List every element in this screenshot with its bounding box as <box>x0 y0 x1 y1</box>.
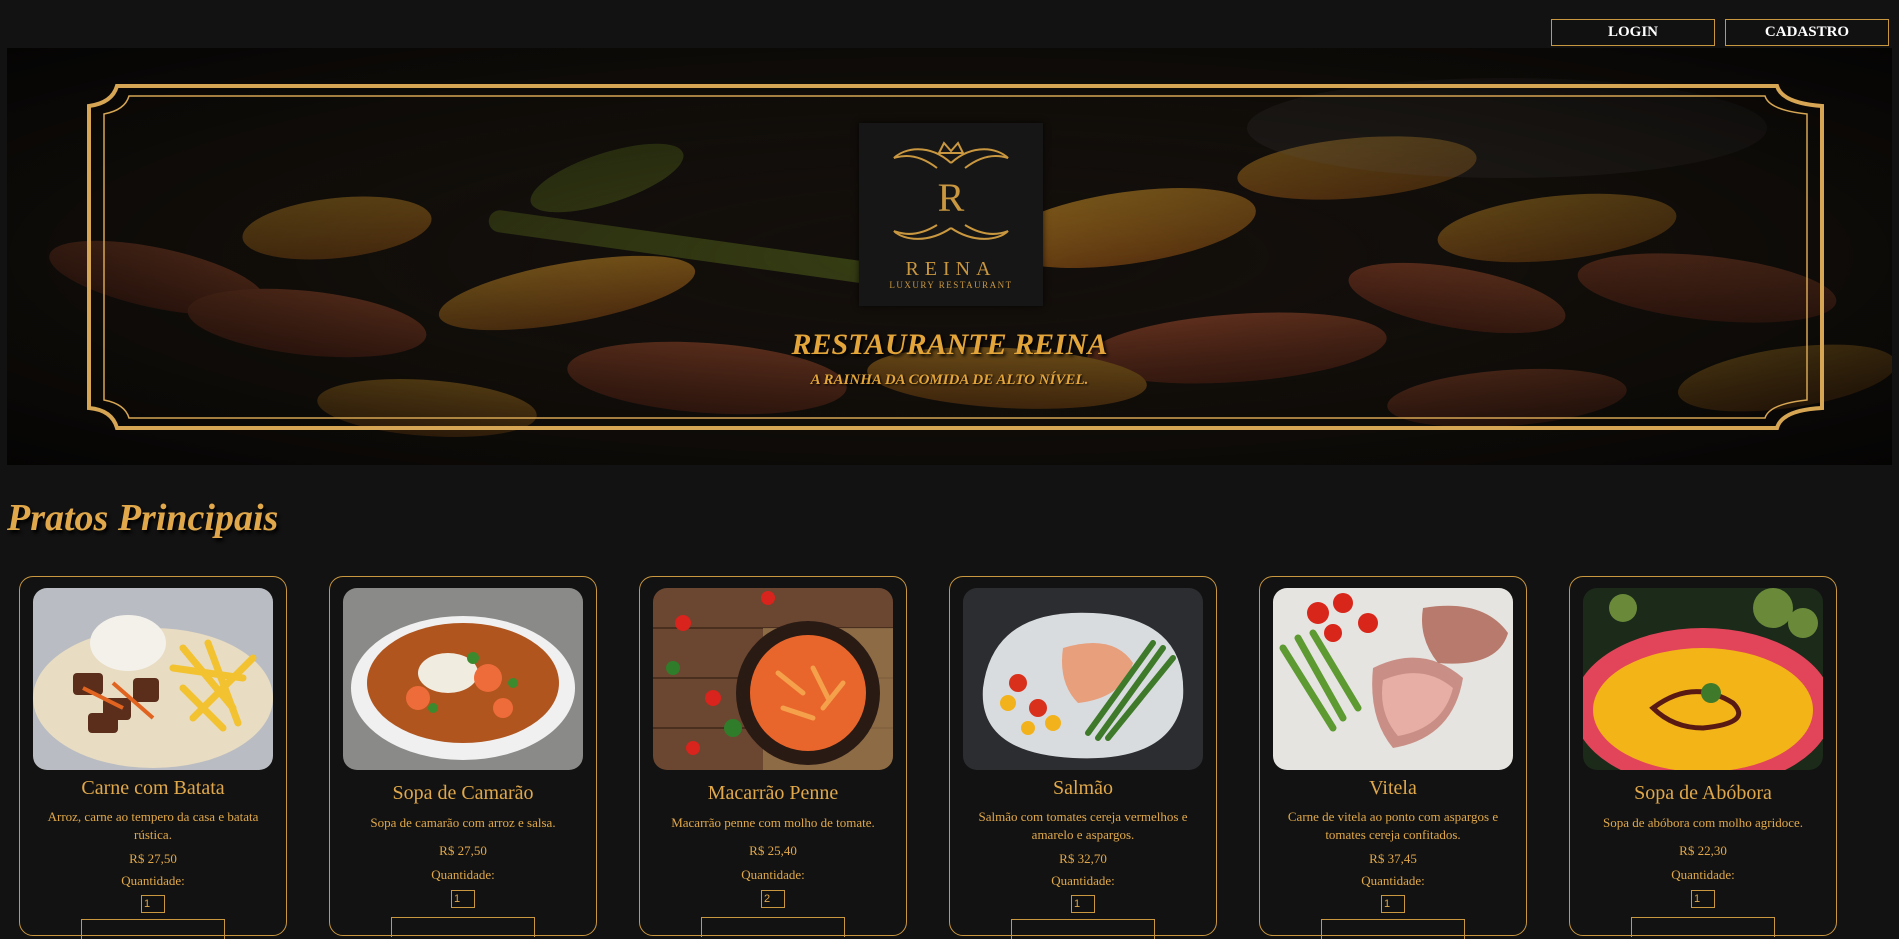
dish-price: R$ 27,50 <box>129 851 177 866</box>
add-to-cart-button[interactable] <box>391 917 535 937</box>
add-to-cart-button[interactable] <box>81 919 225 939</box>
dish-price: R$ 25,40 <box>749 843 797 858</box>
dish-description: Arroz, carne ao tempero da casa e batata… <box>47 809 259 842</box>
dish-description: Sopa de abóbora com molho agridoce. <box>1603 815 1803 830</box>
quantity-label: Quantidade: <box>1051 873 1115 888</box>
dish-name: Macarrão Penne <box>707 782 839 804</box>
dish-image-shrimp-soup <box>343 588 583 770</box>
dish-card: Carne com Batata Arroz, carne ao tempero… <box>19 576 287 939</box>
hero-banner: R REINA LUXURY RESTAURANT RESTAURANTE RE… <box>7 48 1892 465</box>
dish-name: Sopa de Camarão <box>392 782 534 804</box>
add-to-cart-button[interactable] <box>1321 919 1465 939</box>
signup-button[interactable]: CADASTRO <box>1725 19 1889 46</box>
dish-image-salmon <box>963 588 1203 770</box>
dish-card: Sopa de Abóbora Sopa de abóbora com molh… <box>1569 576 1837 937</box>
dish-price: R$ 27,50 <box>439 843 487 858</box>
dish-image-veal <box>1273 588 1513 770</box>
dish-name: Sopa de Abóbora <box>1634 782 1772 804</box>
add-to-cart-button[interactable] <box>1631 917 1775 937</box>
dish-description: Macarrão penne com molho de tomate. <box>671 815 875 830</box>
restaurant-logo: R REINA LUXURY RESTAURANT <box>859 123 1043 306</box>
quantity-label: Quantidade: <box>1671 867 1735 882</box>
dish-description: Carne de vitela ao ponto com aspargos e … <box>1287 809 1499 842</box>
add-to-cart-button[interactable] <box>1011 919 1155 939</box>
dish-description: Salmão com tomates cereja vermelhos e am… <box>978 809 1188 842</box>
quantity-input[interactable]: 2 <box>761 890 785 908</box>
dish-card: Salmão Salmão com tomates cereja vermelh… <box>949 576 1217 939</box>
dish-price: R$ 32,70 <box>1059 851 1107 866</box>
svg-text:REINA: REINA <box>905 258 996 280</box>
quantity-input[interactable]: 1 <box>1071 895 1095 913</box>
quantity-input[interactable]: 1 <box>451 890 475 908</box>
quantity-input[interactable]: 1 <box>141 895 165 913</box>
hero-subtitle: A RAINHA DA COMIDA DE ALTO NÍVEL. <box>810 372 1089 388</box>
section-title: Pratos Principais <box>7 497 279 539</box>
quantity-label: Quantidade: <box>741 867 805 882</box>
auth-bar: LOGIN CADASTRO <box>1551 19 1889 46</box>
svg-text:R: R <box>938 175 965 220</box>
dish-image-beef <box>33 588 273 770</box>
dish-price: R$ 22,30 <box>1679 843 1727 858</box>
dish-name: Vitela <box>1369 777 1417 799</box>
quantity-label: Quantidade: <box>121 873 185 888</box>
quantity-label: Quantidade: <box>1361 873 1425 888</box>
dish-description: Sopa de camarão com arroz e salsa. <box>370 815 556 830</box>
dish-card: Sopa de Camarão Sopa de camarão com arro… <box>329 576 597 937</box>
svg-text:LUXURY RESTAURANT: LUXURY RESTAURANT <box>889 280 1012 290</box>
add-to-cart-button[interactable] <box>701 917 845 937</box>
quantity-input[interactable]: 1 <box>1691 890 1715 908</box>
quantity-input[interactable]: 1 <box>1381 895 1405 913</box>
dish-image-penne <box>653 588 893 770</box>
dish-price: R$ 37,45 <box>1369 851 1417 866</box>
hero-title: RESTAURANTE REINA <box>791 328 1108 361</box>
login-button[interactable]: LOGIN <box>1551 19 1715 46</box>
dish-name: Salmão <box>1053 777 1113 799</box>
dish-card: Vitela Carne de vitela ao ponto com aspa… <box>1259 576 1527 939</box>
dish-card: Macarrão Penne Macarrão penne com molho … <box>639 576 907 937</box>
quantity-label: Quantidade: <box>431 867 495 882</box>
dish-name: Carne com Batata <box>81 777 225 799</box>
dish-image-pumpkin-soup <box>1583 588 1823 770</box>
